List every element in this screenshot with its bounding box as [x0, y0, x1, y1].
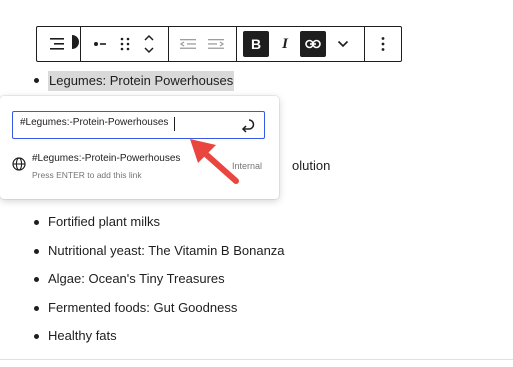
suggestion-title: #Legumes:-Protein-Powerhouses [32, 153, 181, 164]
list-icon [50, 38, 64, 50]
block-fragment-icon [72, 35, 79, 49]
bullet [34, 277, 39, 282]
list-item-text: Fortified plant milks [48, 214, 160, 229]
bullet [34, 78, 39, 83]
link-icon [305, 39, 321, 49]
italic-button[interactable]: I [273, 27, 297, 61]
text-caret [174, 117, 175, 131]
enter-icon[interactable] [240, 117, 256, 133]
link-button[interactable] [300, 31, 326, 57]
chevron-down-icon [337, 40, 349, 48]
block-toolbar: B I [36, 26, 402, 62]
move-up-down-icon [144, 34, 154, 54]
list-item-text: olution [292, 158, 331, 173]
indent-button[interactable] [203, 27, 229, 61]
outdent-button[interactable] [175, 27, 201, 61]
suggestion-hint: Press ENTER to add this link [32, 170, 142, 180]
link-url-input[interactable] [20, 117, 220, 128]
divider [0, 359, 513, 360]
bullet [34, 249, 39, 254]
bullet-dot-icon [94, 42, 106, 46]
options-button[interactable] [371, 27, 395, 61]
globe-icon [12, 157, 26, 171]
list-item-text: Nutritional yeast: The Vitamin B Bonanza [48, 243, 285, 258]
annotation-arrow-icon [190, 139, 239, 184]
drag-handle-button[interactable] [115, 27, 135, 61]
move-block-button[interactable] [137, 27, 161, 61]
bold-button[interactable]: B [243, 31, 269, 57]
list-item-text: Legumes: Protein Powerhouses [48, 71, 235, 91]
bold-icon: B [250, 36, 262, 52]
list-item-text: Healthy fats [48, 328, 117, 343]
toolbar-divider [364, 27, 365, 61]
more-options-icon [381, 37, 385, 51]
more-formats-button[interactable] [331, 27, 355, 61]
drag-handle-icon [120, 37, 130, 51]
bullet [34, 334, 39, 339]
toolbar-divider [168, 27, 169, 61]
italic-icon: I [282, 35, 288, 52]
list-item-text: Fermented foods: Gut Goodness [48, 300, 238, 315]
bullet [34, 220, 39, 225]
list-item-text: Algae: Ocean's Tiny Treasures [48, 271, 225, 286]
list-block-button[interactable] [43, 27, 71, 61]
outdent-icon [179, 39, 196, 49]
indent-icon [208, 39, 225, 49]
toolbar-divider [236, 27, 237, 61]
bullet [34, 306, 39, 311]
list-style-button[interactable] [87, 27, 113, 61]
